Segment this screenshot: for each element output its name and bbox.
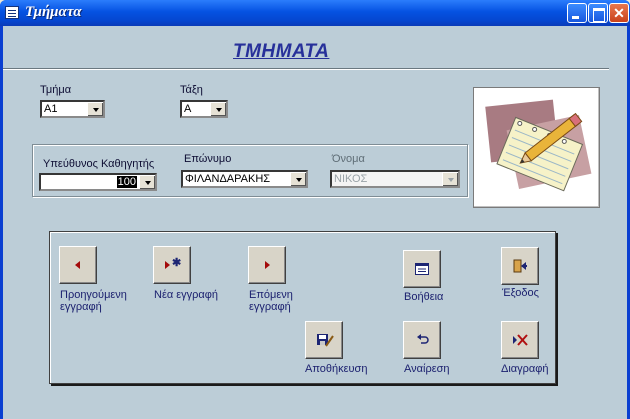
form-area: ΤΜΗΜΑΤΑ Τμήμα A1 Τάξη A Υπεύθυνος Καθηγη… <box>3 26 627 419</box>
delete-label: Διαγραφή <box>501 363 549 375</box>
taxi-combo[interactable]: A <box>180 100 228 118</box>
onoma-label: Όνομα <box>332 153 365 165</box>
arrow-right-icon <box>265 261 270 269</box>
save-button[interactable] <box>305 321 343 359</box>
form-icon <box>415 263 429 275</box>
help-label: Βοήθεια <box>404 291 444 303</box>
delete-button[interactable] <box>501 321 539 359</box>
help-button[interactable] <box>403 250 441 288</box>
maximize-button[interactable] <box>588 3 608 23</box>
chevron-down-icon[interactable] <box>87 102 103 116</box>
eponymo-value: ΦΙΛΑΝΔΑΡΑΚΗΣ <box>185 173 271 185</box>
notepad-pencil-icon <box>485 99 592 192</box>
exit-label: Έξοδος <box>502 287 539 299</box>
undo-button[interactable] <box>403 321 441 359</box>
onoma-combo[interactable]: ΝΙΚΟΣ <box>330 170 460 188</box>
undo-label: Αναίρεση <box>404 363 450 375</box>
new-record-button[interactable]: ✱ <box>153 246 191 284</box>
taxi-value: A <box>184 103 192 115</box>
title-divider <box>3 68 609 70</box>
tmima-value: A1 <box>44 103 58 115</box>
ypefthynos-combo[interactable]: 100 <box>39 173 157 191</box>
onoma-value: ΝΙΚΟΣ <box>334 173 368 185</box>
exit-door-icon <box>513 259 527 273</box>
arrow-left-icon <box>75 261 80 269</box>
application-window: Τμήματα ✕ ΤΜΗΜΑΤΑ Τμήμα A1 Τάξη A Υπεύθυ… <box>0 0 630 419</box>
asterisk-icon: ✱ <box>172 257 182 269</box>
previous-record-button[interactable] <box>59 246 97 284</box>
notepad-pencil-image <box>473 87 600 208</box>
delete-record-icon <box>513 334 528 346</box>
close-icon: ✕ <box>613 5 625 21</box>
ypefthynos-value: 100 <box>116 176 137 188</box>
undo-icon <box>417 334 429 344</box>
minimize-button[interactable] <box>567 3 587 23</box>
eponymo-label: Επώνυμο <box>184 153 232 165</box>
chevron-down-icon[interactable] <box>290 172 306 186</box>
eponymo-combo[interactable]: ΦΙΛΑΝΔΑΡΑΚΗΣ <box>181 170 308 188</box>
tmima-combo[interactable]: A1 <box>40 100 105 118</box>
chevron-down-icon[interactable] <box>139 175 155 189</box>
exit-button[interactable] <box>501 247 539 285</box>
close-button[interactable]: ✕ <box>609 3 629 23</box>
next-record-label: Επόμενη εγγραφή <box>249 289 293 313</box>
new-record-label: Νέα εγγραφή <box>154 289 219 301</box>
chevron-down-icon[interactable] <box>442 172 458 186</box>
save-icon <box>317 334 334 347</box>
taxi-label: Τάξη <box>180 84 203 96</box>
tmima-label: Τμήμα <box>40 84 72 96</box>
next-record-button[interactable] <box>248 246 286 284</box>
previous-record-label: Προηγούμενη εγγραφή <box>60 289 127 313</box>
window-title: Τμήματα <box>25 4 82 20</box>
ypefthynos-label: Υπεύθυνος Καθηγητής <box>43 158 155 170</box>
title-bar[interactable]: Τμήματα ✕ <box>0 0 630 26</box>
chevron-down-icon[interactable] <box>210 102 226 116</box>
form-icon[interactable] <box>5 6 19 19</box>
page-title: ΤΜΗΜΑΤΑ <box>233 41 330 62</box>
arrow-right-icon <box>165 261 170 269</box>
save-label: Αποθήκευση <box>305 363 368 375</box>
